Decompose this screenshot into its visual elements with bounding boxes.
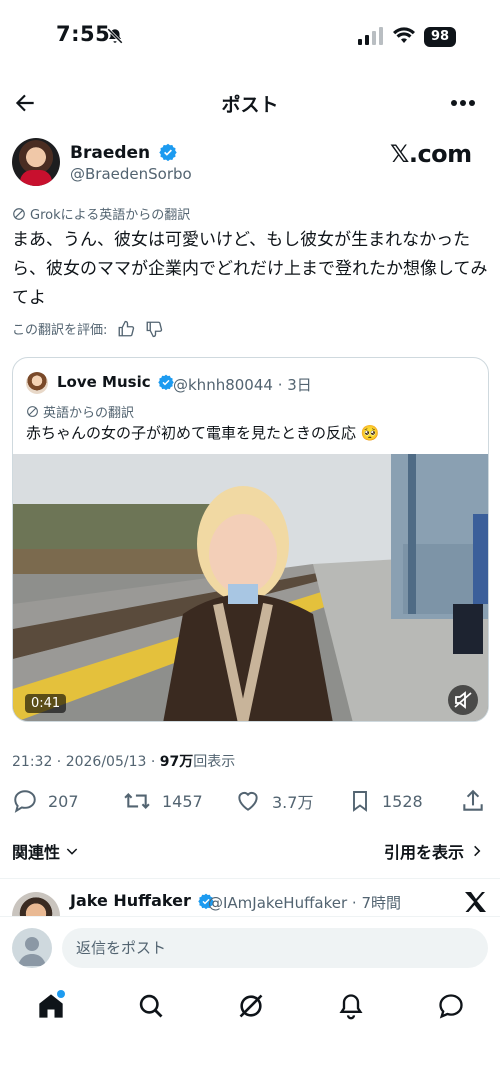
- x-logo-icon: [465, 892, 486, 912]
- messages-icon[interactable]: [437, 992, 465, 1020]
- page-title: ポスト: [221, 94, 279, 116]
- quote-avatar: [26, 372, 48, 394]
- author-handle[interactable]: @BraedenSorbo: [70, 165, 192, 183]
- verified-badge-icon: [159, 143, 177, 161]
- quote-translation-label: 英語からの翻訳: [26, 402, 134, 421]
- default-avatar-icon: [18, 937, 46, 966]
- like-button[interactable]: 3.7万: [234, 788, 313, 814]
- video-player[interactable]: 0:41: [13, 454, 488, 721]
- quoted-post[interactable]: Love Music @khnh80044 · 3日 英語からの翻訳 赤ちゃんの…: [12, 357, 489, 722]
- quote-author-name: Love Music: [57, 373, 174, 391]
- verified-badge-icon: [158, 374, 174, 390]
- reply-input[interactable]: 返信をポスト: [62, 928, 488, 968]
- translation-label: Grokによる英語からの翻訳: [12, 204, 190, 223]
- my-avatar: [12, 928, 52, 968]
- sort-selector[interactable]: 関連性: [12, 839, 80, 863]
- share-button[interactable]: [460, 788, 486, 814]
- video-thumbnail: [13, 454, 488, 721]
- bookmark-button[interactable]: 1528: [348, 788, 423, 814]
- translate-icon: [27, 406, 38, 417]
- author-avatar[interactable]: [12, 138, 60, 186]
- quote-handle-time: @khnh80044 · 3日: [173, 376, 312, 394]
- chevron-down-icon: [66, 848, 78, 855]
- wifi-icon: [393, 27, 415, 43]
- quote-text: 赤ちゃんの女の子が初めて電車を見たときの反応 🥺: [26, 424, 380, 442]
- chevron-right-icon: [474, 845, 481, 857]
- thumbs-up-icon[interactable]: [117, 320, 135, 338]
- divider: [0, 878, 500, 879]
- reply-author-name[interactable]: Jake Huffaker: [70, 891, 215, 910]
- status-time: 7:55: [56, 22, 111, 46]
- notifications-icon[interactable]: [337, 992, 365, 1020]
- video-duration: 0:41: [25, 694, 67, 713]
- reply-handle-time: @IAmJakeHuffaker · 7時間: [208, 894, 402, 912]
- mute-button[interactable]: [448, 685, 478, 715]
- repost-icon: [124, 793, 150, 809]
- translation-rating: この翻訳を評価:: [12, 319, 163, 338]
- battery-level: 98: [424, 27, 456, 47]
- thumbs-down-icon[interactable]: [145, 320, 163, 338]
- reply-button[interactable]: 207: [12, 788, 79, 814]
- post-meta: 21:32 · 2026/05/13 · 97万回表示: [12, 754, 236, 770]
- view-count: 97万: [159, 754, 194, 770]
- reply-icon: [14, 790, 36, 813]
- grok-icon[interactable]: [237, 992, 265, 1020]
- xcom-watermark: 𝕏.com: [390, 140, 472, 168]
- post-text: まあ、うん、彼女は可愛いけど、もし彼女が生まれなかったら、彼女のママが企業内でど…: [12, 230, 488, 308]
- speaker-muted-icon: [454, 691, 472, 709]
- bookmark-icon: [353, 791, 367, 812]
- more-options-icon[interactable]: [450, 96, 476, 110]
- repost-button[interactable]: 1457: [122, 788, 203, 814]
- bell-muted-icon: [107, 28, 123, 44]
- translate-icon: [13, 207, 25, 220]
- share-icon: [463, 789, 483, 811]
- heart-icon: [238, 791, 258, 811]
- author-name[interactable]: Braeden: [70, 143, 177, 163]
- view-quotes-link[interactable]: 引用を表示: [384, 839, 484, 863]
- cellular-signal-icon: [358, 27, 383, 45]
- search-icon[interactable]: [137, 992, 165, 1020]
- notification-dot: [57, 990, 65, 998]
